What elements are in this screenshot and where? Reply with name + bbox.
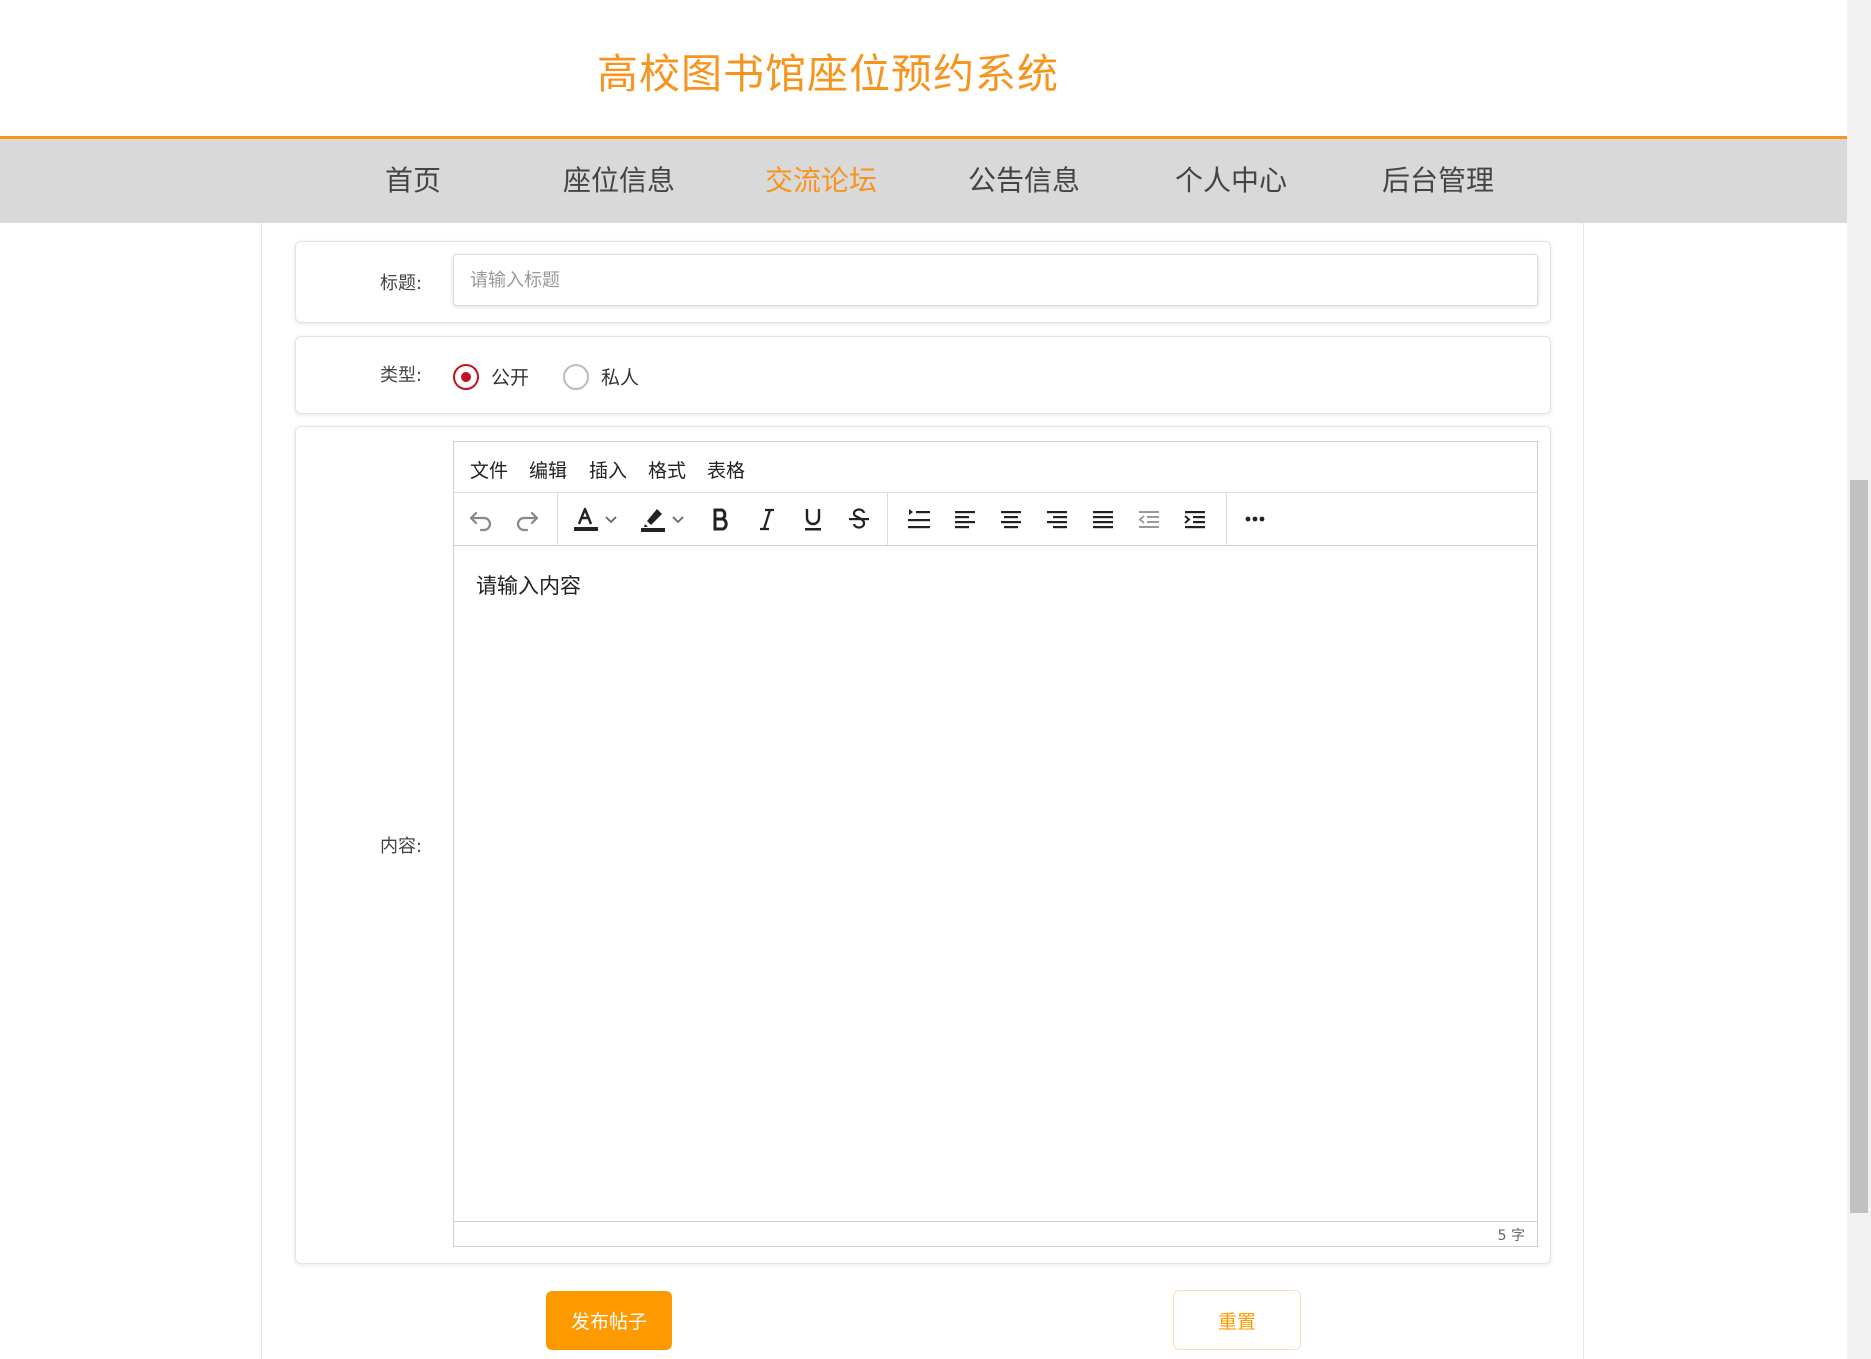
text-color-icon[interactable] (571, 504, 601, 534)
toolbar-separator (557, 493, 558, 545)
editor-content[interactable]: 请输入内容 (476, 570, 581, 600)
site-header: 高校图书馆座位预约系统 (0, 0, 1847, 139)
highlight-icon[interactable] (638, 504, 668, 534)
nav-item-seat-info[interactable]: 座位信息 (563, 139, 675, 223)
radio-private-circle[interactable] (563, 363, 589, 390)
radio-public[interactable]: 公开 (453, 363, 529, 390)
title-input[interactable] (453, 254, 1538, 306)
strikethrough-icon[interactable] (844, 504, 874, 534)
nav-item-home[interactable]: 首页 (385, 139, 441, 223)
align-left-icon[interactable] (950, 504, 980, 534)
nav-item-announcements[interactable]: 公告信息 (968, 139, 1080, 223)
toolbar-separator (887, 493, 888, 545)
main-nav: 首页 座位信息 交流论坛 公告信息 个人中心 后台管理 (0, 139, 1847, 223)
bold-icon[interactable] (706, 504, 736, 534)
align-justify-icon[interactable] (1088, 504, 1118, 534)
publish-post-button[interactable]: 发布帖子 (546, 1291, 672, 1350)
underline-icon[interactable] (798, 504, 828, 534)
nav-item-admin[interactable]: 后台管理 (1382, 139, 1494, 223)
radio-public-label: 公开 (491, 367, 530, 389)
reset-button[interactable]: 重置 (1173, 1290, 1301, 1350)
scrollbar-thumb[interactable] (1850, 480, 1868, 1213)
editor-toolbar (454, 493, 1537, 546)
chevron-down-icon[interactable] (669, 504, 687, 534)
italic-icon[interactable] (752, 504, 782, 534)
editor-body[interactable]: 请输入内容 (454, 546, 1537, 1219)
radio-private[interactable]: 私人 (563, 363, 639, 390)
radio-private-label: 私人 (601, 367, 640, 389)
align-right-icon[interactable] (1042, 504, 1072, 534)
menu-edit[interactable]: 编辑 (529, 456, 567, 483)
nav-item-personal-center[interactable]: 个人中心 (1175, 139, 1287, 223)
word-count: 5 字 (1497, 1228, 1525, 1244)
indent-icon[interactable] (1180, 504, 1210, 534)
content-card: 内容: 文件 编辑 插入 格式 表格 请输入内容 5 字 (295, 426, 1551, 1264)
editor-statusbar: 5 字 (454, 1221, 1537, 1246)
menu-table[interactable]: 表格 (707, 456, 745, 483)
menu-format[interactable]: 格式 (648, 456, 686, 483)
redo-icon[interactable] (512, 504, 542, 534)
align-center-icon[interactable] (996, 504, 1026, 534)
editor-menubar: 文件 编辑 插入 格式 表格 (454, 442, 1537, 493)
menu-insert[interactable]: 插入 (589, 456, 627, 483)
site-title: 高校图书馆座位预约系统 (597, 50, 1059, 98)
radio-public-circle[interactable] (453, 363, 479, 390)
title-card: 标题: (295, 241, 1551, 323)
menu-file[interactable]: 文件 (470, 456, 508, 483)
line-height-icon[interactable] (904, 504, 934, 534)
nav-item-forum[interactable]: 交流论坛 (765, 139, 877, 223)
type-card: 类型: 公开 私人 (295, 336, 1551, 414)
undo-icon[interactable] (466, 504, 496, 534)
chevron-down-icon[interactable] (602, 504, 620, 534)
rich-text-editor: 文件 编辑 插入 格式 表格 请输入内容 5 字 (453, 441, 1538, 1247)
outdent-icon[interactable] (1134, 504, 1164, 534)
toolbar-separator (1226, 493, 1227, 545)
more-icon[interactable] (1240, 504, 1270, 534)
